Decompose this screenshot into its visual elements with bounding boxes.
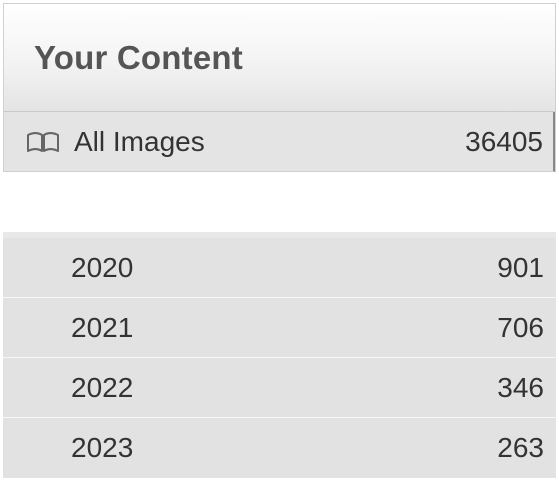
book-icon (26, 131, 60, 153)
year-item-2021[interactable]: 2021 706 (3, 298, 556, 358)
all-images-count: 36405 (465, 125, 543, 157)
year-item-2023[interactable]: 2023 263 (3, 418, 556, 478)
year-label: 2023 (71, 432, 134, 463)
panel-header: Your Content (4, 4, 555, 112)
year-label: 2021 (71, 311, 134, 343)
year-count: 901 (497, 251, 544, 283)
year-count: 346 (497, 371, 544, 403)
year-count: 263 (497, 432, 544, 463)
year-count: 706 (497, 311, 544, 343)
year-label: 2020 (71, 251, 134, 283)
all-images-item[interactable]: All Images 36405 (4, 112, 555, 172)
year-item-2022[interactable]: 2022 346 (3, 358, 556, 418)
panel-title: Your Content (34, 38, 243, 76)
year-item-2020[interactable]: 2020 901 (3, 238, 556, 298)
all-images-label: All Images (74, 125, 205, 157)
years-list: 2020 901 2021 706 2022 346 2023 263 (3, 232, 556, 478)
your-content-panel: Your Content All Images 36405 (3, 3, 556, 172)
year-label: 2022 (71, 371, 134, 403)
